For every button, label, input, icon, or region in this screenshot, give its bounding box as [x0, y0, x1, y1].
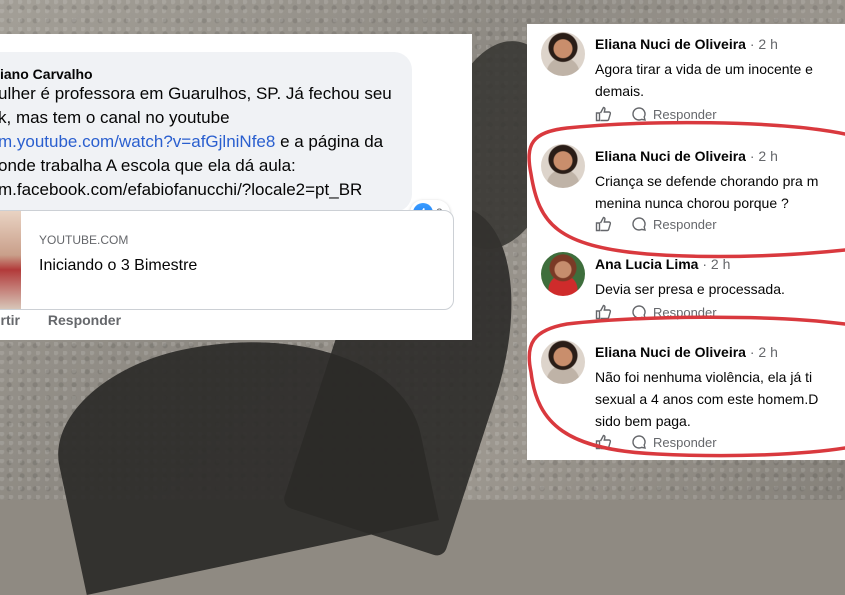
reply-button[interactable]: Responder: [631, 106, 717, 122]
comment-text: ulher é professora em Guarulhos, SP. Já …: [0, 82, 408, 202]
comment-actions: Responder: [595, 304, 717, 320]
avatar[interactable]: [541, 32, 585, 76]
reply-button[interactable]: Responder: [48, 312, 121, 328]
comment-header: Eliana Nuci de Oliveira · 2 h: [595, 148, 778, 164]
comment-line-rest: e a página da: [275, 132, 384, 151]
comment-text: Criança se defende chorando pra m menina…: [595, 170, 818, 214]
comment-line: Devia ser presa e processada.: [595, 281, 785, 297]
reply-button[interactable]: Responder: [631, 216, 717, 232]
timestamp[interactable]: · 2 h: [746, 148, 778, 164]
comment-actions: Responder: [595, 434, 717, 450]
like-outline-icon[interactable]: [595, 106, 613, 122]
comment-line: ulher é professora em Guarulhos, SP. Já …: [0, 84, 392, 103]
comment-line: sexual a 4 anos com este homem.D: [595, 391, 819, 407]
reply-icon: [632, 435, 646, 449]
right-comments-card: Eliana Nuci de Oliveira · 2 h Agora tira…: [527, 24, 845, 460]
comment-text: Devia ser presa e processada.: [595, 278, 785, 300]
reply-label: Responder: [653, 216, 717, 232]
comment-line: onde trabalha A escola que ela dá aula:: [0, 156, 296, 175]
comment-line: m.youtube.com/watch?v=afGjlniNfe8 e a pá…: [0, 130, 408, 154]
timestamp[interactable]: · 2 h: [746, 344, 778, 360]
reply-label: Responder: [653, 106, 717, 122]
comment-actions: Responder: [595, 106, 717, 122]
comment-line: Criança se defende chorando pra m: [595, 173, 819, 189]
like-button[interactable]: urtir: [0, 312, 20, 328]
youtube-link[interactable]: m.youtube.com/watch?v=afGjlniNfe8: [0, 132, 275, 151]
avatar[interactable]: [541, 144, 585, 188]
comment-line: menina nunca chorou porque ?: [595, 195, 789, 211]
comment-header: Eliana Nuci de Oliveira · 2 h: [595, 344, 778, 360]
reply-button[interactable]: Responder: [631, 434, 717, 450]
left-comment-card: iano Carvalho ulher é professora em Guar…: [0, 34, 472, 340]
like-outline-icon[interactable]: [595, 304, 613, 320]
comment-text: Não foi nenhuma violência, ela já ti sex…: [595, 366, 818, 432]
comment-line: Agora tirar a vida de um inocente e: [595, 61, 813, 77]
comment-actions: Responder: [595, 216, 717, 232]
timestamp[interactable]: · 2 h: [746, 36, 778, 52]
comment-line: k, mas tem o canal no youtube: [0, 108, 230, 127]
reply-icon: [632, 107, 646, 121]
link-preview[interactable]: YOUTUBE.COM Iniciando o 3 Bimestre: [0, 210, 454, 310]
commenter-name[interactable]: Eliana Nuci de Oliveira: [595, 36, 746, 52]
avatar[interactable]: [541, 252, 585, 296]
comment-bubble: iano Carvalho ulher é professora em Guar…: [0, 52, 412, 212]
comment-line: sido bem paga.: [595, 413, 691, 429]
commenter-name[interactable]: Eliana Nuci de Oliveira: [595, 344, 746, 360]
comment-line: m.facebook.com/efabiofanucchi/?locale2=p…: [0, 178, 408, 202]
comment-header: Eliana Nuci de Oliveira · 2 h: [595, 36, 778, 52]
facebook-link[interactable]: m.facebook.com/efabiofanucchi/?locale2=p…: [0, 180, 362, 199]
reply-icon: [632, 305, 646, 319]
like-outline-icon[interactable]: [595, 434, 613, 450]
preview-thumbnail: [0, 211, 21, 309]
commenter-name[interactable]: Eliana Nuci de Oliveira: [595, 148, 746, 164]
reply-button[interactable]: Responder: [631, 304, 717, 320]
reply-icon: [632, 217, 646, 231]
comment-line: demais.: [595, 83, 645, 99]
reply-label: Responder: [653, 304, 717, 320]
like-outline-icon[interactable]: [595, 216, 613, 232]
timestamp[interactable]: · 2 h: [698, 256, 730, 272]
preview-source: YOUTUBE.COM: [39, 233, 129, 247]
comment-text: Agora tirar a vida de um inocente e dema…: [595, 58, 813, 102]
commenter-name[interactable]: Ana Lucia Lima: [595, 256, 698, 272]
preview-title: Iniciando o 3 Bimestre: [39, 257, 198, 274]
comment-header: Ana Lucia Lima · 2 h: [595, 256, 730, 272]
comment-actions: urtir Responder: [0, 312, 145, 328]
comment-line: Não foi nenhuma violência, ela já ti: [595, 369, 813, 385]
reply-label: Responder: [653, 434, 717, 450]
avatar[interactable]: [541, 340, 585, 384]
